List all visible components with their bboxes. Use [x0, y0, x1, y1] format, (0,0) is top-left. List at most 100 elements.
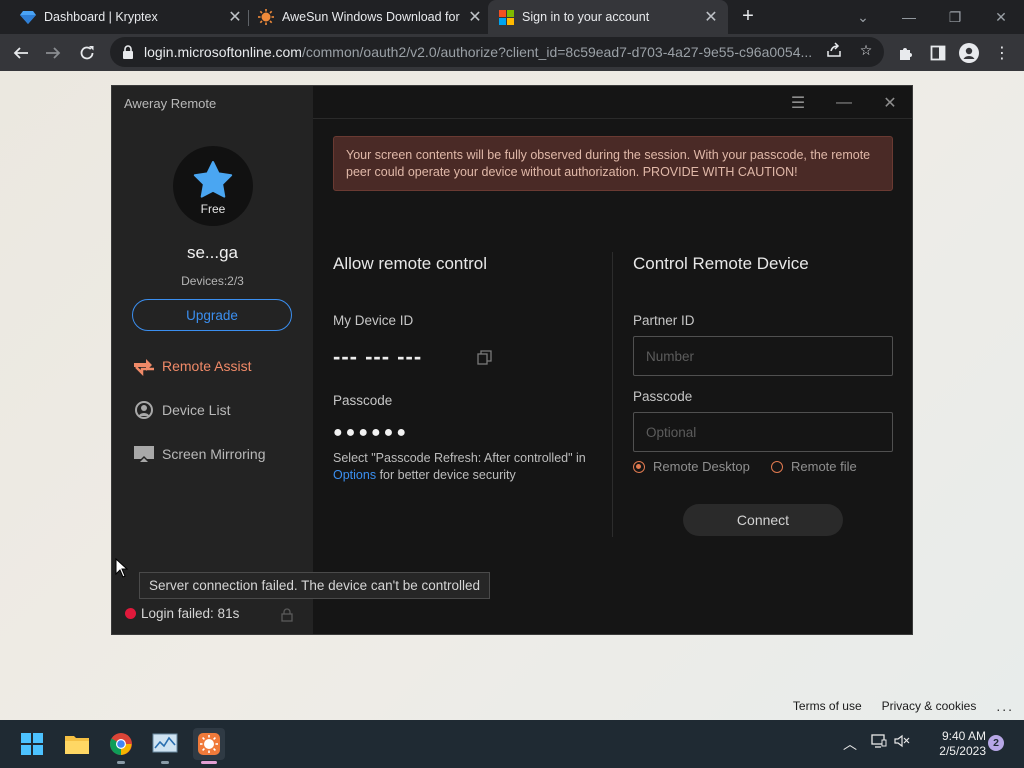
- login-status[interactable]: Login failed: 81s: [125, 606, 239, 621]
- sidebar-item-label: Screen Mirroring: [162, 446, 266, 462]
- passcode-value: ●●●●●●: [333, 424, 409, 441]
- app-title: Aweray Remote: [124, 96, 217, 111]
- tab-title: Dashboard | Kryptex: [44, 10, 158, 24]
- kryptex-diamond-icon: [20, 9, 36, 25]
- tray-overflow-chevron-icon[interactable]: ︿: [842, 734, 858, 754]
- mouse-cursor-icon: [115, 558, 129, 578]
- tab-awesun[interactable]: AweSun Windows Download for ✕: [252, 0, 484, 34]
- remote-assist-icon: [132, 355, 156, 377]
- address-bar[interactable]: login.microsoftonline.com/common/oauth2/…: [110, 37, 884, 67]
- aweray-remote-window: Aweray Remote Free se...ga Devices:2/3 U…: [111, 85, 913, 635]
- tab-title: Sign in to your account: [522, 10, 650, 24]
- tab-close-icon[interactable]: ✕: [702, 8, 720, 26]
- account-tier-label: Free: [200, 202, 226, 216]
- url-text: login.microsoftonline.com/common/oauth2/…: [144, 44, 814, 60]
- device-list-icon: [132, 399, 156, 421]
- remote-desktop-radio[interactable]: Remote Desktop: [633, 459, 750, 474]
- url-path: /common/oauth2/v2.0/authorize?client_id=…: [301, 44, 813, 60]
- privacy-cookies-link[interactable]: Privacy & cookies: [882, 699, 977, 713]
- restore-window-icon[interactable]: ❐: [932, 0, 978, 34]
- allow-remote-control-title: Allow remote control: [333, 254, 488, 273]
- partner-id-label: Partner ID: [633, 313, 695, 328]
- tab-close-icon[interactable]: ✕: [226, 8, 244, 26]
- partner-id-input[interactable]: Number: [633, 336, 893, 376]
- error-status-dot: [125, 608, 136, 619]
- system-clock[interactable]: 9:40 AM 2/5/2023: [920, 729, 986, 759]
- main-panel: ☰ — ✕ Your screen contents will be fully…: [313, 86, 912, 634]
- active-app-indicator: [201, 761, 217, 764]
- reload-icon[interactable]: [74, 40, 100, 66]
- extensions-puzzle-icon[interactable]: [896, 43, 916, 63]
- avatar[interactable]: Free: [173, 146, 253, 226]
- chrome-icon[interactable]: [105, 728, 137, 760]
- tab-title: AweSun Windows Download for: [282, 10, 460, 24]
- tab-kryptex[interactable]: Dashboard | Kryptex ✕: [12, 0, 244, 34]
- clock-time: 9:40 AM: [941, 729, 986, 743]
- sidebar: Aweray Remote Free se...ga Devices:2/3 U…: [112, 86, 313, 634]
- remote-file-radio[interactable]: Remote file: [771, 459, 857, 474]
- footer-more-button[interactable]: ...: [996, 698, 1014, 714]
- radio-unselected-icon: [771, 460, 783, 473]
- sidebar-item-remote-assist[interactable]: Remote Assist: [132, 354, 302, 378]
- control-remote-device-title: Control Remote Device: [633, 254, 809, 273]
- sidebar-item-screen-mirroring[interactable]: Screen Mirroring: [132, 442, 302, 466]
- connect-button[interactable]: Connect: [683, 504, 843, 536]
- windows-start-icon[interactable]: [16, 728, 48, 760]
- browser-menu-kebab-icon[interactable]: ⋮: [992, 43, 1012, 63]
- volume-muted-icon[interactable]: [893, 734, 911, 748]
- forward-arrow-icon[interactable]: [40, 40, 66, 66]
- clock-date: 2/5/2023: [939, 744, 986, 758]
- remote-passcode-input[interactable]: Optional: [633, 412, 893, 452]
- lock-icon[interactable]: [280, 608, 294, 622]
- upgrade-button[interactable]: Upgrade: [132, 299, 292, 331]
- lock-icon[interactable]: [120, 44, 136, 60]
- security-warning-banner: Your screen contents will be fully obser…: [333, 136, 893, 191]
- devices-count: Devices:2/3: [181, 274, 244, 288]
- share-icon[interactable]: [825, 41, 843, 59]
- aweray-remote-taskbar-icon[interactable]: [193, 728, 225, 760]
- tab-search-chevron-icon[interactable]: ⌄: [840, 0, 886, 34]
- new-tab-icon[interactable]: +: [738, 6, 758, 26]
- screen-mirroring-icon: [132, 443, 156, 465]
- title-divider: [313, 118, 912, 119]
- bookmark-star-icon[interactable]: ☆: [857, 41, 875, 59]
- side-panel-icon[interactable]: [928, 43, 948, 63]
- close-window-icon[interactable]: ✕: [978, 0, 1024, 34]
- windows-taskbar: ︿ 9:40 AM 2/5/2023 2: [0, 720, 1024, 768]
- sidebar-item-device-list[interactable]: Device List: [132, 398, 302, 422]
- sidebar-item-label: Device List: [162, 402, 231, 418]
- passcode-refresh-hint: Select "Passcode Refresh: After controll…: [333, 450, 603, 484]
- file-explorer-icon[interactable]: [61, 728, 93, 760]
- app-minimize-icon[interactable]: —: [833, 94, 855, 112]
- terms-of-use-link[interactable]: Terms of use: [793, 699, 862, 713]
- my-device-id-label: My Device ID: [333, 313, 414, 328]
- radio-label: Remote Desktop: [653, 459, 750, 474]
- radio-selected-icon: [633, 460, 645, 473]
- app-close-icon[interactable]: ✕: [879, 94, 901, 112]
- sidebar-item-label: Remote Assist: [162, 358, 252, 374]
- login-status-text: Login failed: 81s: [141, 606, 240, 621]
- profile-avatar-icon[interactable]: [959, 43, 979, 63]
- app-menu-hamburger-icon[interactable]: ☰: [787, 94, 809, 112]
- tab-microsoft-signin[interactable]: Sign in to your account ✕: [488, 0, 728, 34]
- awesun-sun-icon: [258, 9, 274, 25]
- notification-count-badge[interactable]: 2: [988, 735, 1004, 751]
- back-arrow-icon[interactable]: [8, 40, 34, 66]
- tab-separator: [248, 10, 249, 26]
- radio-label: Remote file: [791, 459, 857, 474]
- performance-monitor-icon[interactable]: [149, 728, 181, 760]
- options-link[interactable]: Options: [333, 468, 376, 482]
- connection-error-tooltip: Server connection failed. The device can…: [139, 572, 491, 599]
- network-display-icon[interactable]: [870, 734, 888, 748]
- star-icon: [193, 161, 233, 198]
- section-divider: [612, 252, 613, 537]
- browser-toolbar: login.microsoftonline.com/common/oauth2/…: [0, 34, 1024, 71]
- url-host: login.microsoftonline.com: [144, 44, 302, 60]
- copy-icon[interactable]: [477, 350, 492, 365]
- minimize-window-icon[interactable]: —: [886, 0, 932, 34]
- browser-tab-strip: Dashboard | Kryptex ✕ AweSun Windows Dow…: [0, 0, 1024, 34]
- hint-text: Select "Passcode Refresh: After controll…: [333, 451, 586, 465]
- microsoft-logo-icon: [498, 9, 514, 25]
- tab-close-icon[interactable]: ✕: [466, 8, 484, 26]
- running-indicator: [161, 761, 169, 764]
